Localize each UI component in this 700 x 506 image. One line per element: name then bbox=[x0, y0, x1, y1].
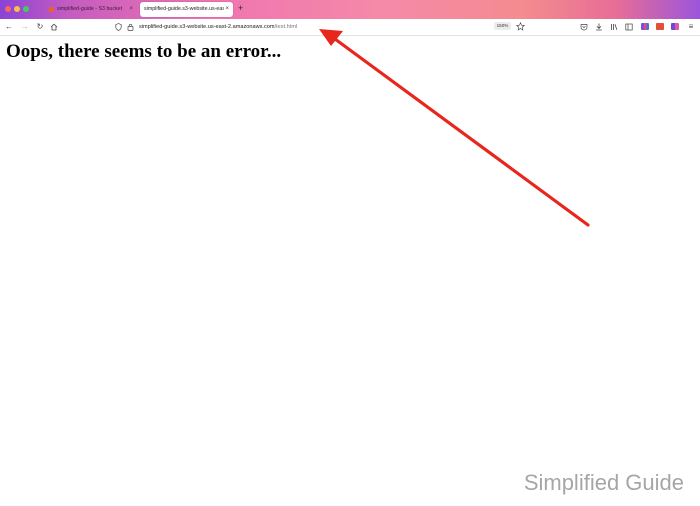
page-heading: Oops, there seems to be an error... bbox=[6, 41, 282, 62]
navigation-toolbar: ← → ↻ simplified-guide.s3-website.us-eas… bbox=[0, 19, 700, 36]
back-arrow-icon[interactable]: ← bbox=[4, 19, 14, 35]
shield-icon[interactable] bbox=[115, 23, 122, 31]
menu-hamburger-icon[interactable]: ≡ bbox=[686, 19, 696, 35]
lock-icon[interactable] bbox=[127, 23, 134, 31]
url-text[interactable]: simplified-guide.s3-website.us-east-2.am… bbox=[139, 21, 297, 33]
pocket-icon[interactable] bbox=[580, 22, 588, 32]
zoom-level-badge[interactable]: 150% bbox=[494, 22, 511, 30]
maximize-window-button[interactable] bbox=[23, 6, 29, 12]
tab-s3-bucket[interactable]: simplified-guide - S3 bucket × bbox=[45, 2, 137, 17]
tab-title: simplified-guide - S3 bucket bbox=[57, 6, 123, 12]
arrow-shaft bbox=[333, 37, 590, 227]
download-icon[interactable] bbox=[595, 22, 603, 32]
annotation-arrow bbox=[319, 29, 590, 227]
reload-icon[interactable]: ↻ bbox=[35, 19, 45, 35]
tab-title: simplified-guide.s3-website.us-east bbox=[144, 6, 224, 12]
tab-close-icon[interactable]: × bbox=[129, 2, 133, 17]
new-tab-button[interactable]: + bbox=[238, 1, 243, 16]
tab-close-icon[interactable]: × bbox=[225, 2, 229, 17]
url-host: simplified-guide.s3-website.us-east-2.am… bbox=[139, 24, 275, 30]
library-icon[interactable] bbox=[610, 22, 618, 32]
sidebar-icon[interactable] bbox=[625, 22, 633, 32]
forward-arrow-icon[interactable]: → bbox=[20, 19, 30, 35]
bookmark-star-icon[interactable] bbox=[516, 22, 525, 31]
tab-s3-website[interactable]: simplified-guide.s3-website.us-east × bbox=[140, 2, 233, 17]
extension-icon[interactable] bbox=[656, 23, 664, 30]
extension-icon[interactable] bbox=[641, 23, 649, 30]
address-bar[interactable]: simplified-guide.s3-website.us-east-2.am… bbox=[112, 21, 532, 33]
aws-favicon-icon bbox=[49, 7, 54, 12]
close-window-button[interactable] bbox=[5, 6, 11, 12]
browser-titlebar: simplified-guide - S3 bucket × simplifie… bbox=[0, 0, 700, 19]
extension-icon[interactable] bbox=[671, 23, 679, 30]
home-icon[interactable] bbox=[49, 19, 59, 35]
url-path: /test.html bbox=[274, 24, 298, 30]
watermark: Simplified Guide bbox=[523, 470, 684, 495]
minimize-window-button[interactable] bbox=[14, 6, 20, 12]
